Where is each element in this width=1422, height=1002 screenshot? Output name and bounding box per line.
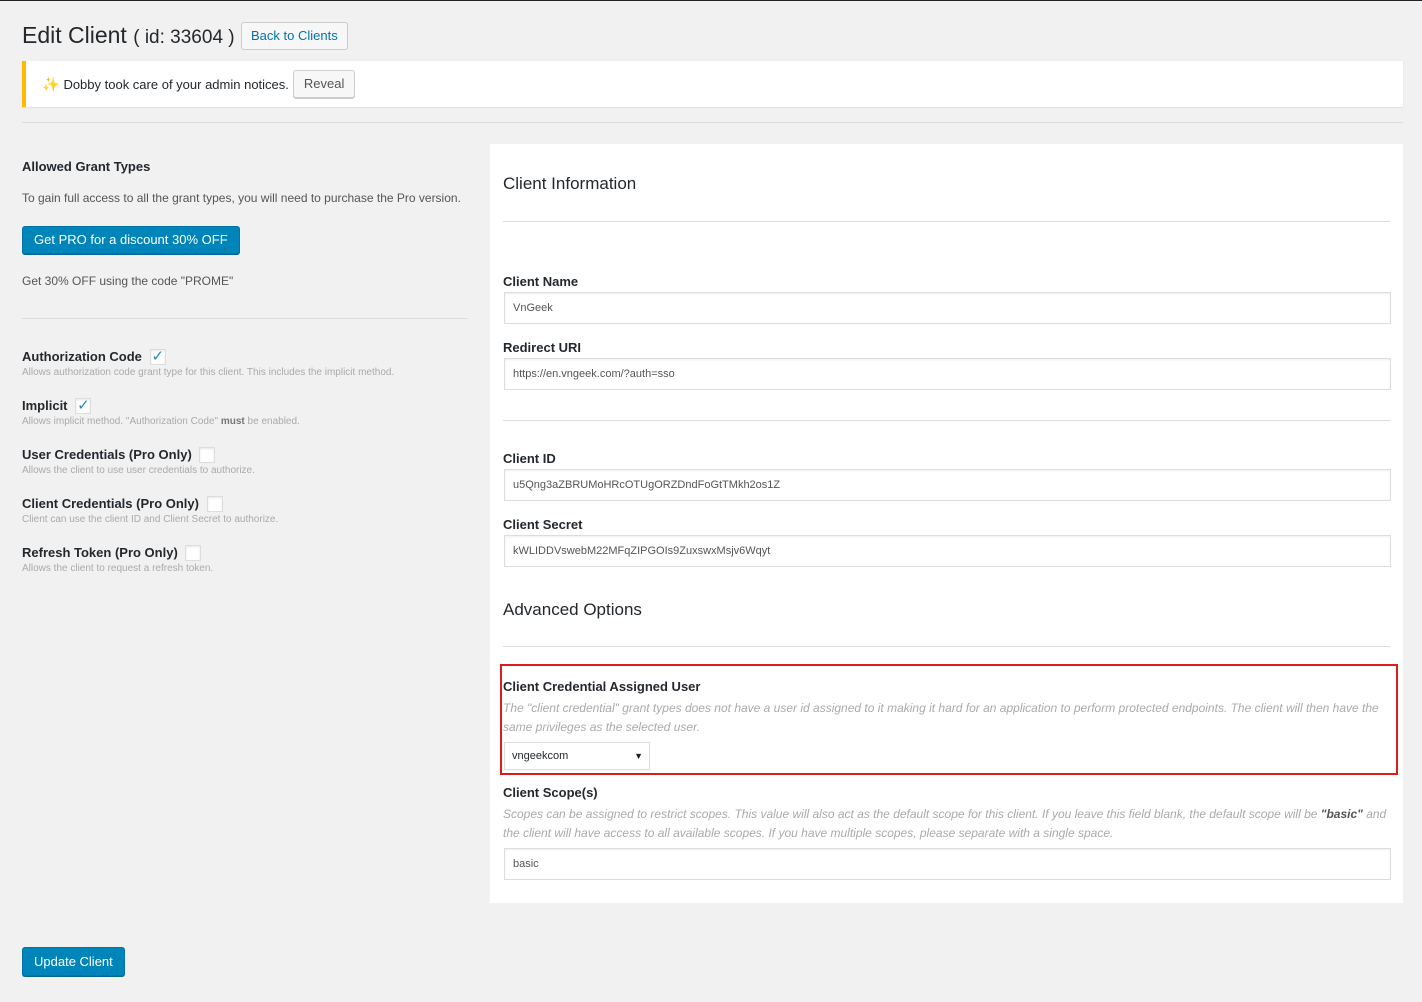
redirect-uri-input[interactable]: https://en.vngeek.com/?auth=sso	[504, 358, 1391, 390]
client-panel: Client Information Client Name VnGeek Re…	[490, 144, 1403, 903]
grant-label: Implicit	[22, 398, 68, 414]
reveal-button[interactable]: Reveal	[292, 70, 356, 98]
assigned-user-label: Client Credential Assigned User	[503, 679, 701, 694]
page-title: Edit Client ( id: 33604 )	[22, 22, 235, 49]
client-credentials-checkbox[interactable]	[206, 495, 223, 512]
divider	[503, 420, 1390, 421]
assigned-user-value: vngeekcom	[512, 750, 569, 762]
client-scope-help: Scopes can be assigned to restrict scope…	[503, 807, 1387, 840]
grant-refresh-token: Refresh Token (Pro Only) Allows the clie…	[22, 544, 213, 574]
client-secret-input[interactable]: kWLIDDVswebM22MFqZIPGOIs9ZuxswxMsjv6Wqyt	[504, 535, 1391, 567]
dropdown-caret-icon: ▼	[634, 751, 643, 761]
grant-user-credentials: User Credentials (Pro Only) Allows the c…	[22, 446, 255, 476]
assigned-user-help: The "client credential" grant types does…	[503, 701, 1379, 734]
client-id-label: ( id: 33604 )	[133, 27, 235, 48]
admin-notice: ✨ Dobby took care of your admin notices.…	[22, 61, 1403, 107]
pro-description: To gain full access to all the grant typ…	[22, 191, 461, 205]
grant-client-credentials: Client Credentials (Pro Only) Client can…	[22, 495, 278, 525]
grant-authorization-code: Authorization Code ✓ Allows authorizatio…	[22, 348, 394, 378]
client-id-input[interactable]: u5Qng3aZBRUMoHRcOTUgORZDndFoGtTMkh2os1Z	[504, 469, 1391, 501]
grant-description: Allows the client to request a refresh t…	[22, 562, 214, 574]
divider	[503, 221, 1390, 222]
grant-description: Allows implicit method. "Authorization C…	[22, 415, 300, 427]
grant-label: Client Credentials (Pro Only)	[22, 496, 199, 512]
notice-text: Dobby took care of your admin notices.	[63, 76, 289, 92]
get-pro-button[interactable]: Get PRO for a discount 30% OFF	[22, 226, 240, 254]
back-to-clients-button[interactable]: Back to Clients	[241, 22, 348, 50]
update-client-button[interactable]: Update Client	[22, 947, 125, 976]
client-id-field-label: Client ID	[503, 451, 556, 466]
page-title-text: Edit Client	[22, 22, 127, 48]
grant-label: Refresh Token (Pro Only)	[22, 545, 178, 561]
grant-description: Allows authorization code grant type for…	[22, 366, 395, 378]
grant-description: Allows the client to use user credential…	[22, 464, 255, 476]
divider	[503, 646, 1390, 647]
refresh-token-checkbox[interactable]	[185, 544, 202, 561]
client-information-title: Client Information	[503, 174, 637, 193]
advanced-options-title: Advanced Options	[503, 600, 642, 619]
grant-description: Client can use the client ID and Client …	[22, 513, 279, 525]
pro-code-text: Get 30% OFF using the code "PROME"	[22, 274, 234, 288]
top-border	[0, 0, 1422, 1]
client-scope-input[interactable]: basic	[504, 848, 1391, 880]
implicit-checkbox[interactable]: ✓	[75, 396, 92, 414]
divider	[22, 122, 1403, 123]
grant-label: Authorization Code	[22, 349, 142, 365]
checkmark-icon: ✓	[151, 347, 165, 365]
grant-label: User Credentials (Pro Only)	[22, 447, 192, 463]
authorization-code-checkbox[interactable]: ✓	[149, 347, 166, 365]
redirect-uri-label: Redirect URI	[503, 340, 582, 355]
checkmark-icon: ✓	[77, 396, 90, 414]
grant-implicit: Implicit ✓ Allows implicit method. "Auth…	[22, 397, 300, 427]
client-scope-label: Client Scope(s)	[503, 785, 598, 800]
user-credentials-checkbox[interactable]	[199, 446, 216, 463]
client-secret-label: Client Secret	[503, 517, 583, 532]
assigned-user-select[interactable]: vngeekcom ▼	[504, 742, 650, 770]
sparkle-icon: ✨	[42, 75, 60, 92]
pro-dot: .	[223, 238, 227, 252]
client-name-input[interactable]: VnGeek	[504, 292, 1391, 324]
client-name-label: Client Name	[503, 274, 579, 289]
divider	[22, 318, 468, 319]
grant-types-heading: Allowed Grant Types	[22, 159, 151, 174]
